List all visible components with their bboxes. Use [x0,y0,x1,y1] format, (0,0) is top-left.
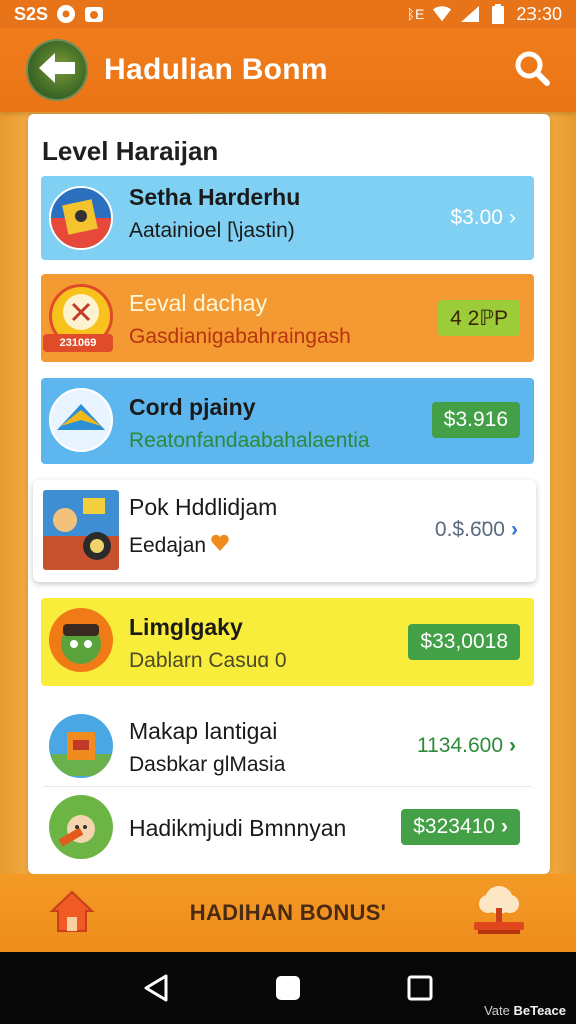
list-item[interactable]: 231069 Eeval dachay Gasdianigabahraingas… [41,274,534,362]
game-thumbnail-icon [49,714,113,778]
list-item[interactable]: Cord pjainy Reatonfandaabahalaentia $3.9… [41,378,534,464]
home-icon [49,889,95,938]
wifi-icon [432,4,452,24]
item-title: Pok Hddlidjam [129,494,278,520]
price-pill[interactable]: 4 2ℙP [438,300,520,336]
item-price: $3.00 › [450,206,516,230]
list-item[interactable]: Limglgaky Dablarn Casuɑ 0 $33,0018 [41,598,534,686]
item-title: Hadikmjudi Bmnnyan [129,815,347,841]
status-time: 2Ɜ:30 [516,4,562,24]
price-pill[interactable]: $323410 › [401,809,520,845]
item-subtitle: Gasdianigabahraingash [129,325,351,348]
sim-indicator: ᛒE [406,6,425,22]
gift-tree-icon [468,882,530,943]
camera-icon [84,4,104,24]
app-title: Hadulian Bonm [104,53,328,86]
item-subtitle: Aatainioel [\jastin) [129,219,295,242]
chevron-right-icon: › [509,734,516,757]
game-thumbnail-icon [49,608,113,672]
item-title: Makap lantigai [129,718,278,744]
battery-icon [488,4,508,24]
section-title: Level Haraijan [42,136,219,166]
bonus-bar: HADIHAN BONUS' [0,874,576,952]
watermark: Vate BeTeace [484,1003,566,1018]
game-thumbnail-icon [49,795,113,859]
watermark-prefix: Vate [484,1003,510,1018]
item-price: 0.$.6̈00 › [435,518,518,542]
level-list-card: Level Haraijan Setha Harderhu Aatainioel… [28,114,550,874]
status-bar: S2S ᛒE 2Ɜ:30 [0,0,576,28]
nav-home-button[interactable] [272,974,304,1006]
chevron-right-icon: › [501,815,508,838]
price-pill[interactable]: $3.916 [431,402,520,438]
game-thumbnail-icon [43,490,119,570]
back-button[interactable] [26,39,88,101]
home-button[interactable] [46,888,98,938]
recents-square-icon [406,974,434,1007]
item-subtitle: Dablarn Casuɑ 0 [129,649,287,672]
app-bar: Hadulian Bonm [0,28,576,112]
system-nav-bar: Vate BeTeace [0,952,576,1024]
price-pill[interactable]: $33,0018 [408,624,520,660]
item-title: Limglgaky [129,614,243,640]
gift-button[interactable] [468,884,530,940]
item-title: Setha Harderhu [129,184,301,210]
signal-icon [460,4,480,24]
game-thumbnail-icon [49,388,113,452]
item-title: Eeval dachay [129,290,268,316]
arrow-left-icon [37,51,77,90]
search-button[interactable] [512,50,552,90]
chevron-right-icon: › [509,206,516,229]
nav-recents-button[interactable] [404,974,436,1006]
item-title: Cord pjainy [129,394,256,420]
price-value: $3.00 [450,206,503,229]
bonus-label[interactable]: HADIHAN BONUS' [190,900,386,926]
list-item[interactable]: Pok Hddlidjam Eedajan 0.$.6̈00 › [33,480,536,582]
item-subtitle: Eedajan [129,534,207,557]
nav-back-button[interactable] [140,974,172,1006]
chevron-right-icon: › [511,518,518,541]
game-thumbnail-icon [49,186,113,250]
price-value: 1134.600 [416,734,503,757]
item-subtitle: Dasbkar ɡlMasia [129,753,286,776]
triangle-back-icon [142,973,170,1008]
list-item[interactable]: Makap lantigai Dasbkar ɡlMasia 1134.600 … [41,704,534,790]
item-subtitle: Reatonfandaabahalaentia [129,429,370,452]
price-value: $3.916 [443,408,508,431]
search-icon [513,49,551,92]
price-value: $33,0018 [420,630,508,653]
list-item[interactable]: Setha Harderhu Aatainioel [\jastin) $3.0… [41,176,534,260]
home-square-icon [274,974,302,1007]
status-left-text: S2S [14,3,49,24]
price-value: 4 2ℙP [450,306,508,330]
item-price: 1134.600 › [417,734,516,758]
price-value: 0.$.6̈00 [434,518,505,541]
watermark-brand: BeTeace [513,1003,566,1018]
heart-icon [210,533,230,559]
thumbnail-badge: 231069 [43,334,113,352]
price-value: $323410 [413,815,495,838]
notification-icon [56,4,76,24]
list-item[interactable]: Hadikmjudi Bmnnyan $323410 › [41,786,534,868]
